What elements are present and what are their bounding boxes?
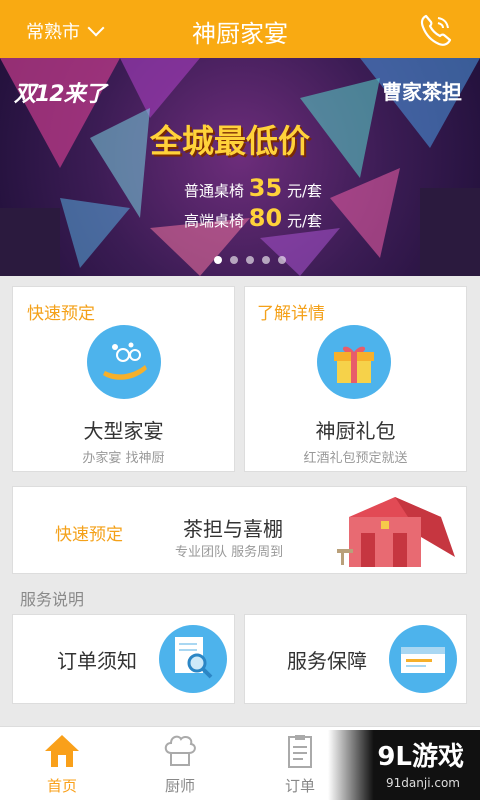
card-title: 服务保障	[287, 649, 367, 673]
card-order-notice[interactable]: 订单须知	[12, 614, 235, 704]
card-title: 神厨礼包	[315, 419, 396, 443]
price-label: 普通桌椅	[184, 182, 245, 200]
quick-book-tag: 快速预定	[55, 525, 123, 545]
card-chef-gift[interactable]: 了解详情 神厨礼包 红酒礼包预定就送	[244, 286, 467, 472]
learn-more-tag: 了解详情	[257, 304, 325, 324]
card-subtitle: 办家宴 找神厨	[82, 451, 165, 466]
card-subtitle: 红酒礼包预定就送	[303, 451, 408, 466]
carousel-indicator	[214, 256, 286, 264]
carousel-dot[interactable]	[262, 256, 270, 264]
nav-label: 厨师	[164, 777, 195, 795]
promo-banner[interactable]: 双12来了 曹家茶担 全城最低价 普通桌椅 35 元/套 高端桌椅 80 元/套	[0, 58, 480, 276]
carousel-dot[interactable]	[214, 256, 222, 264]
tent-icon	[337, 497, 455, 567]
nav-item-chef[interactable]: 厨师	[120, 727, 240, 800]
phone-icon[interactable]	[416, 10, 456, 50]
price-line-standard: 普通桌椅 35 元/套	[184, 174, 322, 202]
gift-box-icon	[317, 325, 391, 399]
card-subtitle: 专业团队 服务周到	[175, 545, 284, 560]
price-value: 35	[248, 174, 283, 202]
card-family-banquet[interactable]: 快速预定 大型家宴 办家宴 找神厨	[12, 286, 235, 472]
carousel-dot[interactable]	[278, 256, 286, 264]
cooking-icon	[87, 325, 161, 399]
section-title-service: 服务说明	[20, 590, 85, 609]
nav-item-home[interactable]: 首页	[2, 727, 122, 800]
watermark-logo: 9L游戏	[377, 742, 464, 772]
chef-hat-icon	[164, 735, 196, 766]
nav-label: 首页	[46, 777, 77, 795]
card-service-guarantee[interactable]: 服务保障	[244, 614, 467, 704]
card-title: 大型家宴	[83, 419, 164, 443]
carousel-dot[interactable]	[230, 256, 238, 264]
site-watermark: 9L游戏 91danji.com	[328, 730, 480, 800]
page-title: 神厨家宴	[192, 20, 288, 48]
carousel-dot[interactable]	[246, 256, 254, 264]
card-title: 茶担与喜棚	[183, 517, 283, 541]
price-unit: 元/套	[286, 182, 323, 200]
quick-book-tag: 快速预定	[27, 304, 95, 324]
price-unit: 元/套	[286, 212, 323, 230]
brand-logo-right: 曹家茶担	[382, 80, 462, 104]
clipboard-icon	[288, 735, 312, 768]
card-title: 订单须知	[57, 649, 137, 673]
home-icon	[45, 735, 79, 767]
banner-headline: 全城最低价	[150, 122, 311, 160]
price-label: 高端桌椅	[184, 212, 245, 230]
price-line-premium: 高端桌椅 80 元/套	[184, 204, 322, 232]
promo-logo-left: 双12来了	[14, 82, 107, 107]
top-header: 常熟市 神厨家宴	[0, 0, 480, 58]
receipt-icon	[389, 625, 457, 693]
watermark-url: 91danji.com	[386, 776, 460, 790]
price-value: 80	[248, 204, 283, 232]
card-tea-tent[interactable]: 快速预定 茶担与喜棚 专业团队 服务周到	[12, 486, 467, 574]
search-document-icon	[159, 625, 227, 693]
